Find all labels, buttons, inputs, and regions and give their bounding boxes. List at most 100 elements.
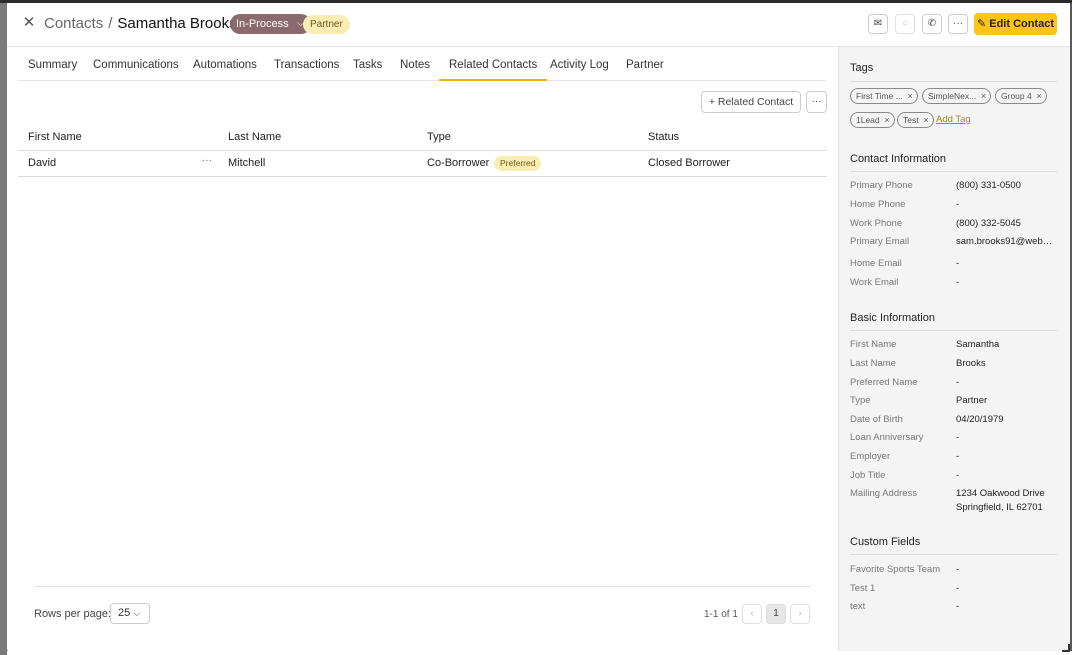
prev-page-button[interactable]: ‹ bbox=[742, 604, 762, 624]
tag-chip: First Time ... × bbox=[850, 88, 918, 104]
phone-icon: ✆ bbox=[927, 18, 937, 29]
basic-info-divider bbox=[850, 330, 1057, 331]
call-button[interactable]: ✆ bbox=[922, 14, 942, 34]
breadcrumb: Contacts / Samantha Brooks bbox=[44, 14, 237, 34]
add-related-contact-button[interactable]: + Related Contact bbox=[701, 91, 801, 113]
field-label: Work Email bbox=[850, 277, 899, 288]
column-header-first-name[interactable]: First Name bbox=[28, 131, 82, 143]
rows-per-page-label: Rows per page: bbox=[34, 608, 112, 620]
tab-bar: Summary Communications Automations Trans… bbox=[17, 47, 827, 81]
field-value: - bbox=[956, 199, 960, 210]
field-value: - bbox=[956, 377, 960, 388]
field-label: Work Phone bbox=[850, 218, 903, 229]
field-label: Last Name bbox=[850, 358, 896, 369]
breadcrumb-contacts-link[interactable]: Contacts bbox=[44, 15, 103, 32]
status-label: In-Process bbox=[236, 18, 289, 30]
tab-transactions[interactable]: Transactions bbox=[274, 47, 339, 81]
pencil-icon: ✎ bbox=[976, 18, 987, 30]
field-label: Type bbox=[850, 395, 871, 406]
cell-status: Closed Borrower bbox=[648, 157, 730, 169]
tab-summary[interactable]: Summary bbox=[28, 47, 77, 81]
tag-chip: Group 4 × bbox=[995, 88, 1047, 104]
cell-first-name: David bbox=[28, 157, 57, 169]
tag-chip: Test × bbox=[897, 112, 934, 128]
breadcrumb-separator: / bbox=[108, 15, 113, 32]
page-title: Samantha Brooks bbox=[117, 15, 237, 32]
field-value: - bbox=[956, 432, 960, 443]
rows-per-page-select[interactable]: 25 ⌵ bbox=[110, 603, 150, 624]
field-label: Test 1 bbox=[850, 583, 876, 594]
address-line-2: Springfield, IL 62701 bbox=[956, 502, 1043, 513]
cell-last-name: Mitchell bbox=[228, 157, 266, 169]
basic-info-title: Basic Information bbox=[850, 312, 935, 324]
tab-communications[interactable]: Communications bbox=[93, 47, 179, 81]
contact-modal: ✕ Contacts / Samantha Brooks In-Process ⌵ … bbox=[7, 3, 1070, 651]
modal-header: ✕ Contacts / Samantha Brooks In-Process ⌵ … bbox=[7, 3, 1070, 47]
status-dropdown[interactable]: In-Process ⌵ bbox=[230, 14, 311, 34]
field-value: - bbox=[956, 451, 960, 462]
message-button[interactable]: ○ bbox=[895, 14, 915, 34]
tag-label: Group 4 bbox=[1001, 91, 1032, 101]
field-label: Employer bbox=[850, 451, 891, 462]
edit-contact-button[interactable]: ✎ Edit Contact bbox=[974, 13, 1057, 35]
tab-activity-log[interactable]: Activity Log bbox=[550, 47, 609, 81]
field-label: Date of Birth bbox=[850, 414, 903, 425]
primary-phone-value[interactable]: (800) 331-0500 bbox=[956, 180, 1021, 191]
more-dots-icon: ··· bbox=[811, 96, 822, 107]
field-value: - bbox=[956, 583, 960, 594]
tab-partner[interactable]: Partner bbox=[626, 47, 664, 81]
tag-chip: 1Lead × bbox=[850, 112, 895, 128]
cell-type: Co-Borrower bbox=[427, 157, 490, 169]
remove-tag-icon[interactable]: × bbox=[884, 113, 889, 127]
field-label: Primary Email bbox=[850, 236, 910, 247]
page-number-button[interactable]: 1 bbox=[766, 604, 786, 624]
related-contacts-table: First Name Last Name Type Status David ·… bbox=[18, 125, 827, 177]
chevron-right-icon: › bbox=[798, 608, 802, 619]
email-button[interactable]: ✉ bbox=[868, 14, 888, 34]
column-header-status[interactable]: Status bbox=[648, 131, 679, 143]
tag-label: Test bbox=[903, 115, 919, 125]
next-page-button[interactable]: › bbox=[790, 604, 810, 624]
tab-tasks[interactable]: Tasks bbox=[353, 47, 382, 81]
primary-email-value[interactable]: sam.brooks91@webm... bbox=[956, 236, 1056, 247]
contact-info-title: Contact Information bbox=[850, 153, 946, 165]
field-label: First Name bbox=[850, 339, 897, 350]
field-label: Loan Anniversary bbox=[850, 432, 924, 443]
rows-per-page-value: 25 bbox=[118, 607, 131, 619]
header-more-button[interactable]: ··· bbox=[948, 14, 968, 34]
field-value: Brooks bbox=[956, 358, 986, 369]
remove-tag-icon[interactable]: × bbox=[981, 89, 986, 103]
column-header-type[interactable]: Type bbox=[427, 131, 451, 143]
edit-contact-label: Edit Contact bbox=[989, 18, 1055, 30]
work-phone-value[interactable]: (800) 332-5045 bbox=[956, 218, 1021, 229]
address-line-1: 1234 Oakwood Drive bbox=[956, 488, 1045, 499]
tab-related-contacts[interactable]: Related Contacts bbox=[439, 47, 548, 81]
more-dots-icon: ··· bbox=[953, 18, 963, 29]
remove-tag-icon[interactable]: × bbox=[1036, 89, 1041, 103]
related-more-button[interactable]: ··· bbox=[806, 91, 827, 113]
table-row[interactable]: David ··· Mitchell Co-Borrower Preferred… bbox=[18, 151, 827, 177]
remove-tag-icon[interactable]: × bbox=[907, 89, 912, 103]
plus-icon: + bbox=[708, 96, 715, 108]
field-label: Home Phone bbox=[850, 199, 906, 210]
field-label: Job Title bbox=[850, 470, 886, 481]
remove-tag-icon[interactable]: × bbox=[923, 113, 928, 127]
field-value: Samantha bbox=[956, 339, 1000, 350]
add-tag-link[interactable]: Add Tag bbox=[936, 114, 971, 125]
add-related-contact-label: Related Contact bbox=[717, 96, 794, 108]
tag-label: 1Lead bbox=[856, 115, 880, 125]
resize-handle-icon[interactable] bbox=[1062, 644, 1070, 652]
envelope-icon: ✉ bbox=[873, 18, 883, 29]
tab-notes[interactable]: Notes bbox=[400, 47, 430, 81]
backdrop-left bbox=[0, 3, 7, 655]
tab-automations[interactable]: Automations bbox=[193, 47, 257, 81]
close-icon[interactable]: ✕ bbox=[21, 15, 37, 31]
preferred-badge: Preferred bbox=[494, 156, 542, 171]
column-header-last-name[interactable]: Last Name bbox=[228, 131, 281, 143]
chat-bubble-icon: ○ bbox=[901, 18, 909, 29]
field-value: - bbox=[956, 564, 960, 575]
field-label: Home Email bbox=[850, 258, 902, 269]
tag-label: First Time ... bbox=[856, 91, 903, 101]
row-more-dots-icon[interactable]: ··· bbox=[202, 155, 212, 166]
tags-title: Tags bbox=[850, 62, 874, 74]
